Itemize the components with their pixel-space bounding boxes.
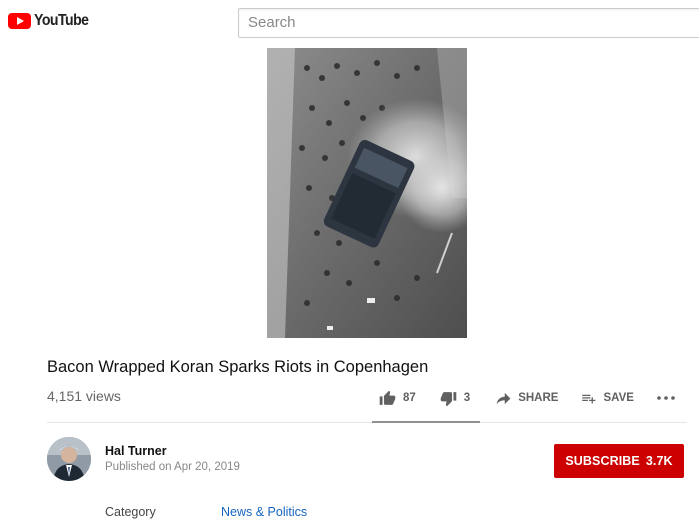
save-button[interactable]: SAVE xyxy=(580,391,634,406)
avatar-image xyxy=(47,437,91,481)
category-label: Category xyxy=(105,505,156,519)
dislike-count: 3 xyxy=(463,392,471,404)
video-title: Bacon Wrapped Koran Sparks Riots in Cope… xyxy=(47,358,429,376)
share-arrow-icon xyxy=(496,392,511,404)
share-label: SHARE xyxy=(518,392,559,404)
channel-name[interactable]: Hal Turner xyxy=(105,444,167,458)
video-frame xyxy=(267,48,467,338)
sentiment-like-fill xyxy=(372,421,477,423)
view-count: 4,151 views xyxy=(47,388,121,404)
owner-divider xyxy=(47,422,687,423)
logo-text: YouTube xyxy=(34,12,89,29)
subscribe-button[interactable]: SUBSCRIBE 3.7K xyxy=(554,444,684,478)
search-input[interactable]: Search xyxy=(238,8,699,38)
youtube-play-icon xyxy=(8,13,31,29)
thumb-down-icon xyxy=(440,391,457,406)
like-count: 87 xyxy=(403,392,416,404)
video-player[interactable] xyxy=(267,48,467,338)
more-horizontal-icon xyxy=(657,396,675,400)
masthead: YouTube Search xyxy=(0,0,699,48)
like-button[interactable]: 87 xyxy=(378,390,416,407)
playlist-add-icon xyxy=(582,394,596,403)
publish-date: Published on Apr 20, 2019 xyxy=(105,461,240,473)
subscriber-count: 3.7K xyxy=(645,454,673,468)
category-link[interactable]: News & Politics xyxy=(221,505,307,519)
save-label: SAVE xyxy=(603,392,634,404)
sentiment-bar xyxy=(372,421,480,423)
dislike-button[interactable]: 3 xyxy=(439,390,470,407)
youtube-logo[interactable]: YouTube xyxy=(8,12,96,30)
more-actions-button[interactable] xyxy=(656,395,676,401)
channel-avatar[interactable] xyxy=(47,437,91,481)
share-button[interactable]: SHARE xyxy=(495,391,558,406)
thumb-up-icon xyxy=(379,390,396,405)
subscribe-label: SUBSCRIBE xyxy=(565,454,640,468)
video-actions: 87 3 SHARE SAVE xyxy=(378,388,676,408)
